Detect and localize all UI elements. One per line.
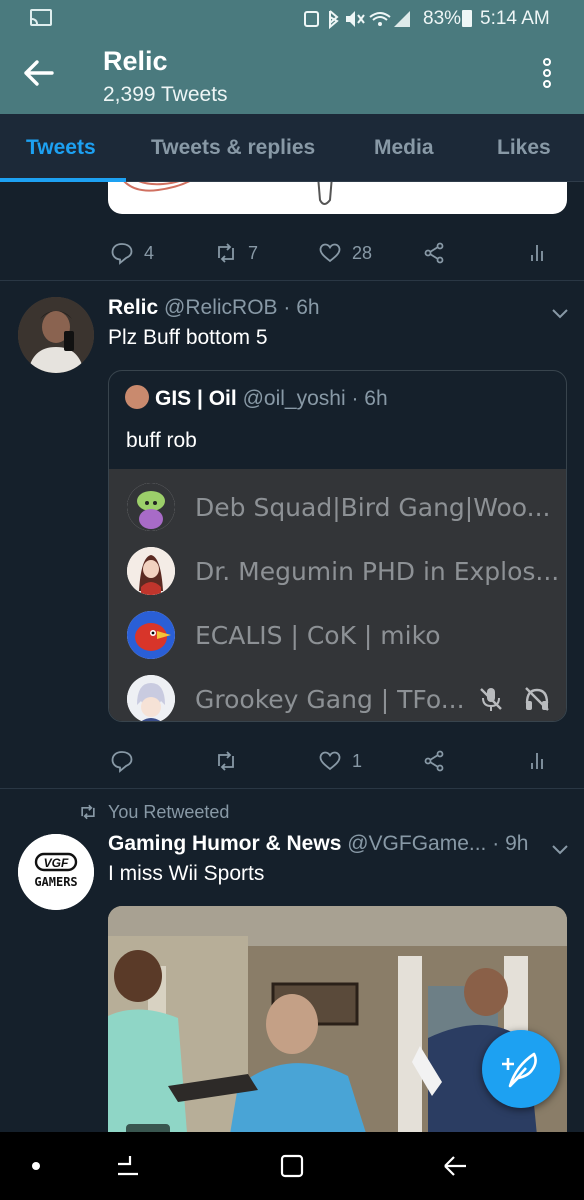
chevron-down-icon[interactable]	[552, 842, 568, 855]
analytics-button[interactable]	[526, 238, 560, 268]
tweet-author-name[interactable]: Relic	[108, 296, 158, 319]
share-icon	[424, 750, 444, 772]
retweet-icon	[218, 243, 234, 263]
quoted-avatar	[125, 385, 149, 409]
avatar-logo-text: VGF	[44, 856, 69, 870]
quoted-tweet-time: · 6h	[351, 387, 388, 410]
tweet-image-partial[interactable]	[108, 182, 567, 214]
feather-plus-icon	[502, 1052, 537, 1088]
tab-media[interactable]: Media	[374, 136, 434, 160]
reply-count: 4	[144, 242, 155, 263]
nav-dot-icon[interactable]	[32, 1162, 40, 1170]
discord-member-row: Deb Squad|Bird Gang|Woo...	[109, 477, 566, 537]
avatar-vgf-gamers[interactable]: VGF GAMERS	[18, 834, 94, 910]
quoted-screenshot: Deb Squad|Bird Gang|Woo... Dr. Megumin P…	[109, 469, 566, 721]
quoted-tweet-header: GIS | Oil @oil_yoshi · 6h	[125, 385, 388, 411]
home-icon[interactable]	[278, 1152, 306, 1180]
status-icons	[304, 8, 420, 35]
quoted-tweet-text: buff rob	[126, 429, 197, 452]
system-navigation-bar	[0, 1132, 584, 1200]
profile-tabs: Tweets Tweets & replies Media Likes	[0, 114, 584, 182]
battery-percent: 83%	[423, 8, 462, 29]
tweet-header: Gaming Humor & News @VGFGame... · 9h	[108, 832, 528, 856]
recent-apps-icon[interactable]	[114, 1152, 142, 1180]
compose-tweet-button[interactable]	[482, 1030, 560, 1108]
tweet-author-name[interactable]: Gaming Humor & News	[108, 832, 341, 855]
tweet-author-handle[interactable]: @VGFGame...	[347, 832, 486, 855]
screen: 83% 5:14 AM Relic 2,399 Tweets Tweets Tw…	[0, 0, 584, 1200]
battery-icon	[462, 10, 472, 27]
member-name: ECALIS | CoK | miko	[195, 621, 441, 650]
back-arrow-icon[interactable]	[22, 58, 56, 88]
heart-icon	[319, 243, 341, 263]
tweet-time: · 9h	[492, 832, 529, 855]
mic-muted-icon	[480, 688, 502, 711]
member-avatar	[127, 611, 175, 659]
member-avatar	[127, 675, 175, 721]
tweet-header: Relic @RelicROB · 6h	[108, 296, 320, 320]
clock: 5:14 AM	[480, 8, 550, 29]
tweet-divider	[0, 788, 584, 789]
avatar-relic[interactable]	[18, 297, 94, 373]
status-bar: 83% 5:14 AM	[0, 0, 584, 38]
discord-member-row: Grookey Gang | TFo...	[109, 669, 566, 721]
page-title: Relic	[103, 46, 168, 76]
member-name: Grookey Gang | TFo...	[195, 685, 465, 714]
reply-icon	[111, 751, 133, 773]
headphones-deafened-icon	[525, 687, 549, 711]
analytics-icon	[531, 753, 543, 769]
quoted-tweet[interactable]: GIS | Oil @oil_yoshi · 6h buff rob Deb S…	[108, 370, 567, 722]
retweet-icon	[218, 751, 234, 771]
tab-likes[interactable]: Likes	[497, 136, 551, 160]
analytics-button[interactable]	[526, 746, 560, 776]
tweet-count: 2,399 Tweets	[103, 83, 228, 106]
quoted-author-handle: @oil_yoshi	[242, 387, 346, 410]
chevron-down-icon[interactable]	[552, 306, 568, 319]
reply-icon	[111, 243, 133, 265]
share-icon	[424, 242, 444, 264]
share-button[interactable]	[422, 238, 456, 268]
tweet-divider	[0, 280, 584, 281]
reply-button[interactable]	[110, 746, 144, 776]
retweet-button[interactable]: 7	[214, 238, 258, 268]
tweet-text: Plz Buff bottom 5	[108, 326, 268, 349]
quoted-author-name: GIS | Oil	[155, 387, 237, 410]
retweeted-label: You Retweeted	[108, 802, 230, 822]
member-name: Deb Squad|Bird Gang|Woo...	[195, 493, 551, 522]
like-button[interactable]: 28	[318, 238, 372, 268]
tweet-time: · 6h	[283, 296, 320, 319]
member-name: Dr. Megumin PHD in Explos...	[195, 557, 560, 586]
back-icon[interactable]	[440, 1152, 470, 1180]
reply-button[interactable]: 4	[110, 238, 154, 268]
profile-header: 83% 5:14 AM Relic 2,399 Tweets	[0, 0, 584, 114]
retweet-button[interactable]	[214, 746, 248, 776]
member-avatar	[127, 547, 175, 595]
tab-tweets[interactable]: Tweets	[26, 136, 96, 160]
tweet-actions: 1	[0, 746, 584, 786]
like-count: 1	[352, 750, 363, 771]
like-button[interactable]: 1	[318, 746, 362, 776]
tweet-text: I miss Wii Sports	[108, 862, 265, 885]
tab-tweets-replies[interactable]: Tweets & replies	[151, 136, 315, 160]
system-status-icons	[304, 10, 410, 30]
avatar-caption: GAMERS	[34, 875, 77, 889]
discord-member-row: ECALIS | CoK | miko	[109, 605, 566, 665]
cast-icon	[30, 9, 52, 26]
more-options-icon[interactable]	[537, 58, 557, 92]
retweet-count: 7	[248, 242, 259, 263]
timeline[interactable]: 4 7 28 Relic @RelicROB · 6h Plz Buff bot…	[0, 182, 584, 1132]
retweet-icon	[81, 804, 95, 820]
heart-icon	[319, 751, 341, 771]
tweet-author-handle[interactable]: @RelicROB	[164, 296, 278, 319]
share-button[interactable]	[422, 746, 456, 776]
like-count: 28	[352, 242, 373, 263]
tweet-actions: 4 7 28	[0, 238, 584, 278]
member-avatar	[127, 483, 175, 531]
discord-member-row: Dr. Megumin PHD in Explos...	[109, 541, 566, 601]
analytics-icon	[531, 245, 543, 261]
